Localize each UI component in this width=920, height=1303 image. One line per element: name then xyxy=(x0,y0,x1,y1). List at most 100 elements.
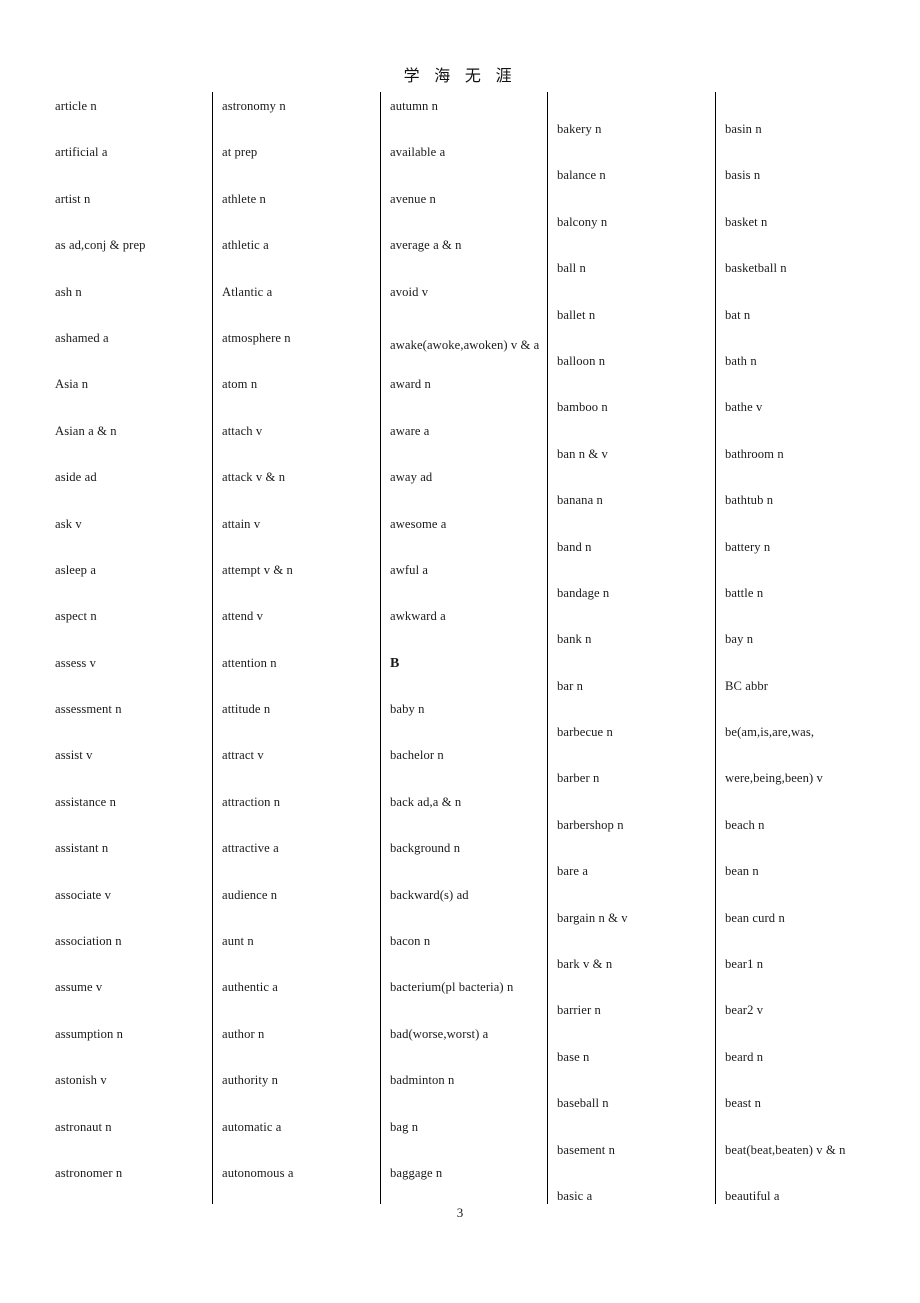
word-entry: battle n xyxy=(725,585,764,600)
word-entry: assume v xyxy=(55,980,103,995)
word-entry: avenue n xyxy=(390,191,436,206)
word-entry: barbecue n xyxy=(557,725,613,740)
word-entry: available a xyxy=(390,145,446,160)
word-entry: barber n xyxy=(557,771,600,786)
word-entry: awkward a xyxy=(390,609,446,624)
word-entry: artificial a xyxy=(55,145,108,160)
word-entry: bad(worse,worst) a xyxy=(390,1026,489,1041)
word-entry: attack v & n xyxy=(222,470,286,485)
word-entry: were,being,been) v xyxy=(725,771,823,786)
word-entry: award n xyxy=(390,377,431,392)
word-entry: beat(beat,beaten) v & n xyxy=(725,1142,846,1157)
word-entry: assist v xyxy=(55,748,93,763)
word-entry: artist n xyxy=(55,191,91,206)
word-entry: balcony n xyxy=(557,214,608,229)
word-entry: bargain n & v xyxy=(557,910,628,925)
wordlist-column-4: bakery n balance n balcony n ball n ballet n… xyxy=(548,92,716,1204)
word-entry: ashamed a xyxy=(55,330,109,345)
page-number: 3 xyxy=(456,1205,464,1220)
word-entry: bat n xyxy=(725,307,751,322)
word-entry: assessment n xyxy=(55,702,122,717)
word-entry: aunt n xyxy=(222,934,254,949)
word-entry: attitude n xyxy=(222,702,271,717)
wordlist-column-inner: article n artificial a artist n as ad,conj … xyxy=(55,92,208,1205)
word-entry: aside ad xyxy=(55,470,97,485)
word-entry: bare a xyxy=(557,864,589,879)
word-entry: assess v xyxy=(55,655,97,670)
wordlist-column-inner: autumn n available a avenue n average a & n… xyxy=(390,92,543,1205)
section-heading: B xyxy=(390,655,400,671)
word-entry: assistance n xyxy=(55,794,117,809)
word-entry: awake(awoke,awoken) v & a xyxy=(390,337,540,352)
word-entry: baby n xyxy=(390,702,425,717)
word-entry: bank n xyxy=(557,632,592,647)
word-entry: bandage n xyxy=(557,585,610,600)
word-entry: associate v xyxy=(55,887,112,902)
word-entry: bear2 v xyxy=(725,1003,764,1018)
wordlist-grid: article n artificial a artist n as ad,conj … xyxy=(46,92,886,1204)
word-entry: attach v xyxy=(222,423,263,438)
word-entry: awful a xyxy=(390,562,429,577)
word-entry: baggage n xyxy=(390,1165,443,1180)
word-entry: bathe v xyxy=(725,400,763,415)
word-entry: bachelor n xyxy=(390,748,444,763)
word-entry: backward(s) ad xyxy=(390,887,469,902)
word-entry: beast n xyxy=(725,1096,762,1111)
word-entry: athlete n xyxy=(222,191,266,206)
word-entry: avoid v xyxy=(390,284,429,299)
word-entry: base n xyxy=(557,1049,590,1064)
word-entry: bar n xyxy=(557,678,584,693)
word-entry: baseball n xyxy=(557,1096,609,1111)
word-entry: Atlantic a xyxy=(222,284,273,299)
word-entry: awesome a xyxy=(390,516,447,531)
word-entry: bean n xyxy=(725,864,759,879)
word-entry: battery n xyxy=(725,539,771,554)
word-entry: basis n xyxy=(725,168,761,183)
word-entry: balance n xyxy=(557,168,606,183)
word-entry: automatic a xyxy=(222,1119,282,1134)
word-entry: bag n xyxy=(390,1119,419,1134)
word-entry: basket n xyxy=(725,214,768,229)
word-entry: audience n xyxy=(222,887,278,902)
wordlist-column-3: autumn n available a avenue n average a & n… xyxy=(381,92,548,1204)
word-entry: atom n xyxy=(222,377,258,392)
word-entry: banana n xyxy=(557,493,603,508)
word-entry: atmosphere n xyxy=(222,330,291,345)
word-entry: attraction n xyxy=(222,794,281,809)
word-entry: bath n xyxy=(725,353,757,368)
word-entry: astronomer n xyxy=(55,1165,123,1180)
word-entry: bamboo n xyxy=(557,400,608,415)
word-entry: at prep xyxy=(222,145,258,160)
wordlist-column-2: astronomy n at prep athlete n athletic a Atl… xyxy=(213,92,381,1204)
word-entry: away ad xyxy=(390,470,433,485)
word-entry: Asia n xyxy=(55,377,89,392)
word-entry: barrier n xyxy=(557,1003,601,1018)
word-entry: athletic a xyxy=(222,238,269,253)
word-entry: authentic a xyxy=(222,980,278,995)
wordlist-column-inner: astronomy n at prep athlete n athletic a Atl… xyxy=(222,92,376,1205)
word-entry: basin n xyxy=(725,122,762,136)
word-entry: Asian a & n xyxy=(55,423,117,438)
page-header-title: 学 海 无 涯 xyxy=(403,66,517,85)
word-entry: band n xyxy=(557,539,592,554)
document-page: 学 海 无 涯 article n artificial a artist n as … xyxy=(0,0,920,1303)
word-entry: bathroom n xyxy=(725,446,784,461)
word-entry: average a & n xyxy=(390,238,462,253)
word-entry: autumn n xyxy=(390,99,439,113)
word-entry: attract v xyxy=(222,748,264,763)
word-entry: bacterium(pl bacteria) n xyxy=(390,980,514,995)
word-entry: aspect n xyxy=(55,609,97,624)
word-entry: astronaut n xyxy=(55,1119,112,1134)
word-entry: attain v xyxy=(222,516,261,531)
word-entry: ballet n xyxy=(557,307,596,322)
word-entry: back ad,a & n xyxy=(390,794,462,809)
wordlist-column-inner: bakery n balance n balcony n ball n ballet n… xyxy=(557,92,711,1228)
wordlist-column-inner: basin n basis n basket n basketball n bat n b… xyxy=(725,92,882,1228)
word-entry: authority n xyxy=(222,1073,279,1088)
word-entry: bear1 n xyxy=(725,957,764,972)
word-entry: autonomous a xyxy=(222,1165,294,1180)
word-entry: beach n xyxy=(725,817,765,832)
word-entry: BC abbr xyxy=(725,678,769,693)
word-entry: barbershop n xyxy=(557,817,624,832)
word-entry: as ad,conj & prep xyxy=(55,238,146,253)
